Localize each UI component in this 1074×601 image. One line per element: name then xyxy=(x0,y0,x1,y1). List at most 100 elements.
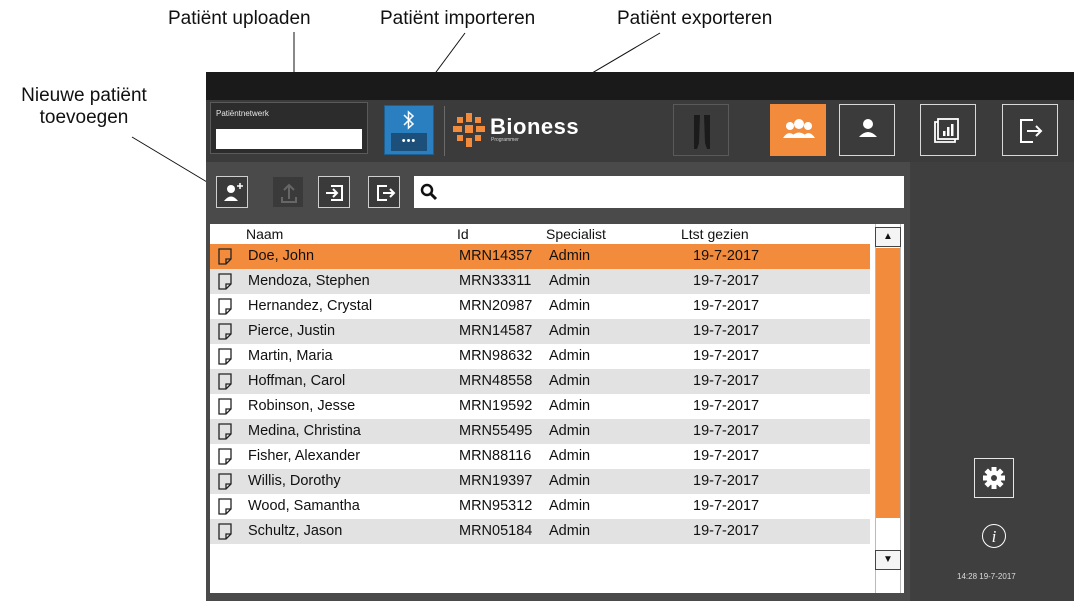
cell-specialist: Admin xyxy=(549,473,591,489)
settings-button[interactable] xyxy=(974,458,1014,498)
cell-last-seen: 19-7-2017 xyxy=(693,323,760,339)
reports-icon xyxy=(934,118,959,143)
table-row[interactable]: Robinson, Jesse MRN19592 Admin 19-7-2017 xyxy=(210,394,870,419)
table-row[interactable]: Doe, John MRN14357 Admin 19-7-2017 xyxy=(210,244,870,269)
table-row[interactable]: Hernandez, Crystal MRN20987 Admin 19-7-2017 xyxy=(210,294,870,319)
scroll-down-button[interactable]: ▼ xyxy=(875,550,901,570)
table-row[interactable]: Martin, Maria MRN98632 Admin 19-7-2017 xyxy=(210,344,870,369)
cell-specialist: Admin xyxy=(549,273,591,289)
patient-file-icon xyxy=(218,323,232,340)
cell-id: MRN48558 xyxy=(459,373,533,389)
cell-specialist: Admin xyxy=(549,248,591,264)
cell-last-seen: 19-7-2017 xyxy=(693,423,760,439)
export-icon xyxy=(377,185,396,201)
upload-icon xyxy=(281,183,297,203)
callout-upload: Patiënt uploaden xyxy=(168,8,311,29)
cell-id: MRN20987 xyxy=(459,298,533,314)
patient-file-icon xyxy=(218,273,232,290)
programmer-app: Patiëntnetwerk ••• Bioness Programmer Na… xyxy=(206,72,1074,601)
callout-new-patient-line2: toevoegen xyxy=(39,107,129,128)
cell-name: Schultz, Jason xyxy=(248,523,343,539)
patient-network-field[interactable] xyxy=(216,129,362,149)
table-row[interactable]: Medina, Christina MRN55495 Admin 19-7-2017 xyxy=(210,419,870,444)
legs-button[interactable] xyxy=(673,104,729,156)
add-patient-button[interactable] xyxy=(216,176,248,208)
bioness-logo-mark xyxy=(453,113,485,147)
bluetooth-button[interactable]: ••• xyxy=(384,105,434,155)
patient-file-icon xyxy=(218,473,232,490)
patients-nav-button[interactable] xyxy=(770,104,826,156)
user-icon xyxy=(859,119,877,137)
cell-name: Fisher, Alexander xyxy=(248,448,361,464)
patient-file-icon xyxy=(218,523,232,540)
cell-last-seen: 19-7-2017 xyxy=(693,373,760,389)
column-header-name[interactable]: Naam xyxy=(246,226,283,242)
cell-name: Pierce, Justin xyxy=(248,323,336,339)
cell-name: Robinson, Jesse xyxy=(248,398,356,414)
cell-id: MRN14357 xyxy=(459,248,533,264)
cell-specialist: Admin xyxy=(549,448,591,464)
cell-name: Mendoza, Stephen xyxy=(248,273,370,289)
cell-id: MRN19592 xyxy=(459,398,533,414)
upload-patient-button[interactable] xyxy=(272,176,304,208)
table-row[interactable]: Fisher, Alexander MRN88116 Admin 19-7-2017 xyxy=(210,444,870,469)
table-scrollbar[interactable]: ▲ ▼ xyxy=(872,224,904,593)
table-row[interactable]: Willis, Dorothy MRN19397 Admin 19-7-2017 xyxy=(210,469,870,494)
cell-specialist: Admin xyxy=(549,498,591,514)
clock-readout: 14:28 19-7-2017 xyxy=(957,572,1016,581)
brand-subtitle: Programmer xyxy=(491,137,519,143)
cell-specialist: Admin xyxy=(549,398,591,414)
patient-network-label: Patiëntnetwerk xyxy=(216,109,269,118)
patients-group-icon xyxy=(783,119,815,138)
table-row[interactable]: Pierce, Justin MRN14587 Admin 19-7-2017 xyxy=(210,319,870,344)
import-patient-button[interactable] xyxy=(318,176,350,208)
cell-name: Medina, Christina xyxy=(248,423,361,439)
cell-specialist: Admin xyxy=(549,423,591,439)
table-row[interactable]: Wood, Samantha MRN95312 Admin 19-7-2017 xyxy=(210,494,870,519)
info-button[interactable]: i xyxy=(982,524,1006,548)
cell-id: MRN14587 xyxy=(459,323,533,339)
cell-id: MRN19397 xyxy=(459,473,533,489)
cell-id: MRN33311 xyxy=(459,273,532,289)
callout-export: Patiënt exporteren xyxy=(617,8,773,29)
reports-nav-button[interactable] xyxy=(920,104,976,156)
cell-last-seen: 19-7-2017 xyxy=(693,248,760,264)
column-header-last-seen[interactable]: Ltst gezien xyxy=(681,226,749,242)
patient-file-icon xyxy=(218,448,232,465)
cell-id: MRN55495 xyxy=(459,423,533,439)
patient-file-icon xyxy=(218,348,232,365)
cell-last-seen: 19-7-2017 xyxy=(693,498,760,514)
patient-search-input[interactable] xyxy=(414,176,904,208)
cell-last-seen: 19-7-2017 xyxy=(693,298,760,314)
table-header: Naam Id Specialist Ltst gezien xyxy=(210,224,870,244)
patient-file-icon xyxy=(218,248,232,265)
cell-last-seen: 19-7-2017 xyxy=(693,448,760,464)
cell-last-seen: 19-7-2017 xyxy=(693,398,760,414)
cell-specialist: Admin xyxy=(549,323,591,339)
cell-last-seen: 19-7-2017 xyxy=(693,348,760,364)
cell-specialist: Admin xyxy=(549,298,591,314)
scrollbar-thumb[interactable] xyxy=(876,248,900,518)
column-header-specialist[interactable]: Specialist xyxy=(546,226,606,242)
column-header-id[interactable]: Id xyxy=(457,226,469,242)
export-patient-button[interactable] xyxy=(368,176,400,208)
patient-file-icon xyxy=(218,398,232,415)
exit-nav-button[interactable] xyxy=(1002,104,1058,156)
scroll-up-button[interactable]: ▲ xyxy=(875,227,901,247)
callout-new-patient: Nieuwe patiënt toevoegen xyxy=(6,85,162,129)
callout-new-patient-line1: Nieuwe patiënt xyxy=(21,85,147,106)
bluetooth-icon xyxy=(403,110,415,130)
cell-id: MRN88116 xyxy=(459,448,532,464)
user-nav-button[interactable] xyxy=(839,104,895,156)
table-row[interactable]: Mendoza, Stephen MRN33311 Admin 19-7-2017 xyxy=(210,269,870,294)
cell-specialist: Admin xyxy=(549,348,591,364)
cell-specialist: Admin xyxy=(549,523,591,539)
patient-network-box: Patiëntnetwerk xyxy=(210,102,368,154)
table-row[interactable]: Hoffman, Carol MRN48558 Admin 19-7-2017 xyxy=(210,369,870,394)
gear-icon xyxy=(983,467,1005,489)
patient-file-icon xyxy=(218,373,232,390)
table-row[interactable]: Schultz, Jason MRN05184 Admin 19-7-2017 xyxy=(210,519,870,544)
add-patient-icon xyxy=(224,183,243,201)
cell-id: MRN05184 xyxy=(459,523,533,539)
exit-icon xyxy=(1020,119,1043,143)
